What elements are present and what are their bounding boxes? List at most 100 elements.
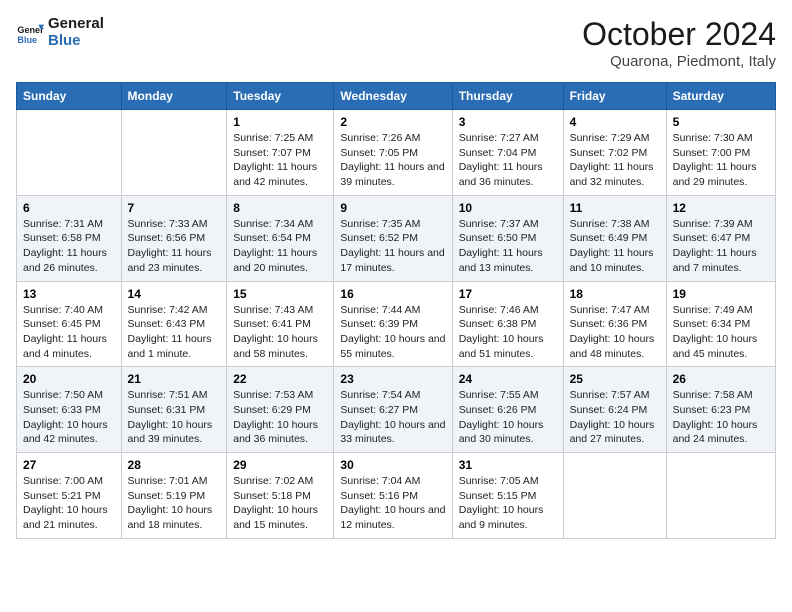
day-number: 7 bbox=[128, 201, 221, 215]
day-number: 22 bbox=[233, 372, 327, 386]
logo-general: General bbox=[48, 16, 104, 33]
day-number: 10 bbox=[459, 201, 557, 215]
calendar-cell: 31 Sunrise: 7:05 AMSunset: 5:15 PMDayligh… bbox=[452, 453, 563, 539]
day-info: Sunrise: 7:26 AMSunset: 7:05 PMDaylight:… bbox=[340, 131, 445, 190]
day-info: Sunrise: 7:39 AMSunset: 6:47 PMDaylight:… bbox=[673, 217, 769, 276]
calendar-week-2: 6 Sunrise: 7:31 AMSunset: 6:58 PMDaylight… bbox=[17, 195, 776, 281]
calendar-cell: 1 Sunrise: 7:25 AMSunset: 7:07 PMDaylight… bbox=[227, 110, 334, 196]
day-number: 29 bbox=[233, 458, 327, 472]
calendar-week-5: 27Sunrise: 7:00 AMSunset: 5:21 PMDayligh… bbox=[17, 453, 776, 539]
calendar-week-4: 20 Sunrise: 7:50 AMSunset: 6:33 PMDayligh… bbox=[17, 367, 776, 453]
header-tuesday: Tuesday bbox=[227, 83, 334, 110]
day-number: 9 bbox=[340, 201, 445, 215]
day-info: Sunrise: 7:55 AMSunset: 6:26 PMDaylight:… bbox=[459, 388, 557, 447]
page-title: October 2024 bbox=[582, 16, 776, 53]
day-info: Sunrise: 7:58 AMSunset: 6:23 PMDaylight:… bbox=[673, 388, 769, 447]
header-monday: Monday bbox=[121, 83, 227, 110]
calendar-cell: 14Sunrise: 7:42 AMSunset: 6:43 PMDayligh… bbox=[121, 281, 227, 367]
header-wednesday: Wednesday bbox=[334, 83, 452, 110]
day-info: Sunrise: 7:33 AMSunset: 6:56 PMDaylight:… bbox=[128, 217, 221, 276]
calendar-cell: 25 Sunrise: 7:57 AMSunset: 6:24 PMDayligh… bbox=[563, 367, 666, 453]
day-number: 4 bbox=[570, 115, 660, 129]
page-subtitle: Quarona, Piedmont, Italy bbox=[582, 53, 776, 70]
header-sunday: Sunday bbox=[17, 83, 122, 110]
calendar-cell: 10Sunrise: 7:37 AMSunset: 6:50 PMDayligh… bbox=[452, 195, 563, 281]
day-number: 2 bbox=[340, 115, 445, 129]
header-saturday: Saturday bbox=[666, 83, 775, 110]
calendar-cell: 26Sunrise: 7:58 AMSunset: 6:23 PMDayligh… bbox=[666, 367, 775, 453]
day-info: Sunrise: 7:50 AMSunset: 6:33 PMDaylight:… bbox=[23, 388, 115, 447]
calendar-cell: 6 Sunrise: 7:31 AMSunset: 6:58 PMDaylight… bbox=[17, 195, 122, 281]
header-thursday: Thursday bbox=[452, 83, 563, 110]
day-number: 5 bbox=[673, 115, 769, 129]
day-number: 31 bbox=[459, 458, 557, 472]
day-info: Sunrise: 7:02 AMSunset: 5:18 PMDaylight:… bbox=[233, 474, 327, 533]
calendar-cell: 19 Sunrise: 7:49 AMSunset: 6:34 PMDayligh… bbox=[666, 281, 775, 367]
calendar-cell: 29 Sunrise: 7:02 AMSunset: 5:18 PMDayligh… bbox=[227, 453, 334, 539]
day-info: Sunrise: 7:31 AMSunset: 6:58 PMDaylight:… bbox=[23, 217, 115, 276]
day-number: 12 bbox=[673, 201, 769, 215]
day-info: Sunrise: 7:35 AMSunset: 6:52 PMDaylight:… bbox=[340, 217, 445, 276]
calendar-cell: 8 Sunrise: 7:34 AMSunset: 6:54 PMDaylight… bbox=[227, 195, 334, 281]
calendar-cell: 12 Sunrise: 7:39 AMSunset: 6:47 PMDayligh… bbox=[666, 195, 775, 281]
day-number: 1 bbox=[233, 115, 327, 129]
day-number: 13 bbox=[23, 287, 115, 301]
calendar-cell: 24 Sunrise: 7:55 AMSunset: 6:26 PMDayligh… bbox=[452, 367, 563, 453]
logo-blue: Blue bbox=[48, 33, 104, 50]
day-number: 8 bbox=[233, 201, 327, 215]
calendar-cell bbox=[121, 110, 227, 196]
calendar-cell: 28 Sunrise: 7:01 AMSunset: 5:19 PMDayligh… bbox=[121, 453, 227, 539]
day-number: 30 bbox=[340, 458, 445, 472]
calendar-cell bbox=[17, 110, 122, 196]
day-number: 23 bbox=[340, 372, 445, 386]
day-info: Sunrise: 7:46 AMSunset: 6:38 PMDaylight:… bbox=[459, 303, 557, 362]
page-header: General Blue General Blue October 2024 Q… bbox=[16, 16, 776, 70]
calendar-cell: 18 Sunrise: 7:47 AMSunset: 6:36 PMDayligh… bbox=[563, 281, 666, 367]
calendar-cell: 4Sunrise: 7:29 AMSunset: 7:02 PMDaylight… bbox=[563, 110, 666, 196]
day-info: Sunrise: 7:47 AMSunset: 6:36 PMDaylight:… bbox=[570, 303, 660, 362]
day-info: Sunrise: 7:01 AMSunset: 5:19 PMDaylight:… bbox=[128, 474, 221, 533]
day-number: 24 bbox=[459, 372, 557, 386]
calendar-cell: 23Sunrise: 7:54 AMSunset: 6:27 PMDayligh… bbox=[334, 367, 452, 453]
day-info: Sunrise: 7:49 AMSunset: 6:34 PMDaylight:… bbox=[673, 303, 769, 362]
calendar-cell: 17 Sunrise: 7:46 AMSunset: 6:38 PMDayligh… bbox=[452, 281, 563, 367]
title-block: October 2024 Quarona, Piedmont, Italy bbox=[582, 16, 776, 70]
calendar-cell: 13 Sunrise: 7:40 AMSunset: 6:45 PMDayligh… bbox=[17, 281, 122, 367]
day-number: 28 bbox=[128, 458, 221, 472]
day-info: Sunrise: 7:04 AMSunset: 5:16 PMDaylight:… bbox=[340, 474, 445, 533]
day-number: 18 bbox=[570, 287, 660, 301]
calendar-cell bbox=[666, 453, 775, 539]
calendar-table: SundayMondayTuesdayWednesdayThursdayFrid… bbox=[16, 82, 776, 539]
day-number: 15 bbox=[233, 287, 327, 301]
svg-text:Blue: Blue bbox=[17, 34, 37, 44]
calendar-cell: 30 Sunrise: 7:04 AMSunset: 5:16 PMDayligh… bbox=[334, 453, 452, 539]
calendar-cell: 16 Sunrise: 7:44 AMSunset: 6:39 PMDayligh… bbox=[334, 281, 452, 367]
calendar-cell: 21Sunrise: 7:51 AMSunset: 6:31 PMDayligh… bbox=[121, 367, 227, 453]
day-info: Sunrise: 7:44 AMSunset: 6:39 PMDaylight:… bbox=[340, 303, 445, 362]
calendar-cell: 27Sunrise: 7:00 AMSunset: 5:21 PMDayligh… bbox=[17, 453, 122, 539]
logo: General Blue General Blue bbox=[16, 16, 104, 49]
day-info: Sunrise: 7:57 AMSunset: 6:24 PMDaylight:… bbox=[570, 388, 660, 447]
calendar-cell bbox=[563, 453, 666, 539]
day-number: 6 bbox=[23, 201, 115, 215]
calendar-cell: 5 Sunrise: 7:30 AMSunset: 7:00 PMDaylight… bbox=[666, 110, 775, 196]
day-number: 16 bbox=[340, 287, 445, 301]
day-info: Sunrise: 7:25 AMSunset: 7:07 PMDaylight:… bbox=[233, 131, 327, 190]
day-info: Sunrise: 7:38 AMSunset: 6:49 PMDaylight:… bbox=[570, 217, 660, 276]
day-number: 19 bbox=[673, 287, 769, 301]
calendar-cell: 3Sunrise: 7:27 AMSunset: 7:04 PMDaylight… bbox=[452, 110, 563, 196]
day-number: 11 bbox=[570, 201, 660, 215]
day-info: Sunrise: 7:43 AMSunset: 6:41 PMDaylight:… bbox=[233, 303, 327, 362]
calendar-cell: 15 Sunrise: 7:43 AMSunset: 6:41 PMDayligh… bbox=[227, 281, 334, 367]
day-number: 17 bbox=[459, 287, 557, 301]
logo-icon: General Blue bbox=[16, 19, 44, 47]
day-info: Sunrise: 7:30 AMSunset: 7:00 PMDaylight:… bbox=[673, 131, 769, 190]
day-info: Sunrise: 7:05 AMSunset: 5:15 PMDaylight:… bbox=[459, 474, 557, 533]
day-info: Sunrise: 7:34 AMSunset: 6:54 PMDaylight:… bbox=[233, 217, 327, 276]
day-info: Sunrise: 7:40 AMSunset: 6:45 PMDaylight:… bbox=[23, 303, 115, 362]
day-number: 20 bbox=[23, 372, 115, 386]
day-number: 14 bbox=[128, 287, 221, 301]
day-info: Sunrise: 7:27 AMSunset: 7:04 PMDaylight:… bbox=[459, 131, 557, 190]
day-number: 21 bbox=[128, 372, 221, 386]
day-number: 25 bbox=[570, 372, 660, 386]
